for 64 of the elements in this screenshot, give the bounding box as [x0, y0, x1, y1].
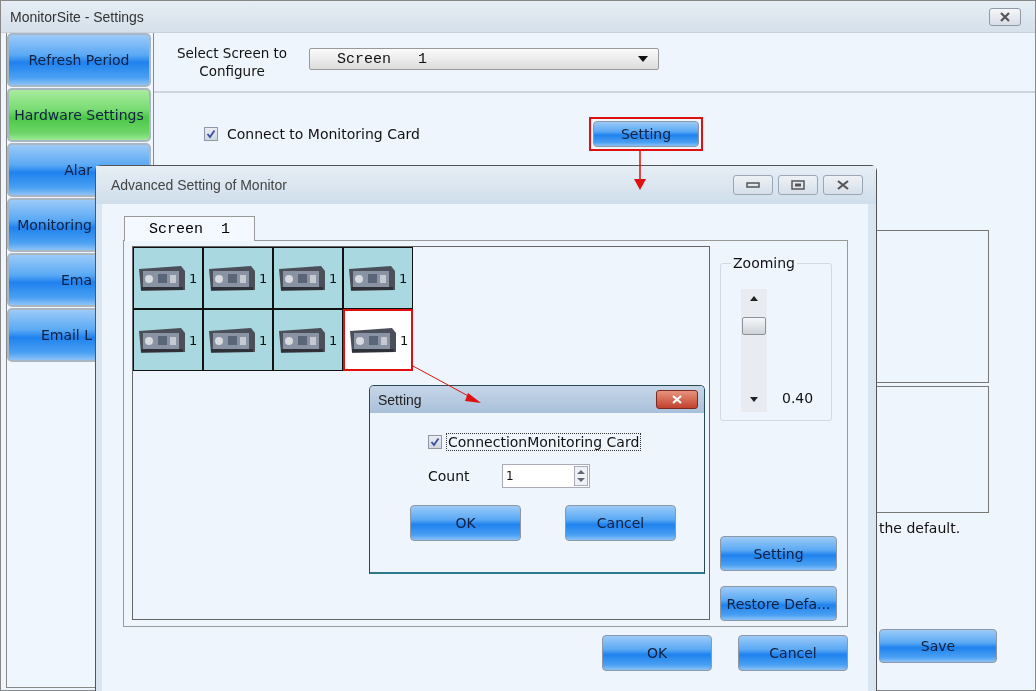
count-field[interactable]: 1: [502, 464, 590, 488]
hint-text: the default.: [879, 520, 962, 536]
card-count: 1: [189, 270, 198, 286]
zoom-value: 0.40: [782, 390, 814, 406]
circuit-board-icon: [207, 325, 257, 355]
checkbox-label: ConnectionMonitoring Card: [446, 433, 642, 451]
close-icon: [671, 395, 683, 404]
card-cell[interactable]: 1: [203, 309, 273, 371]
card-count: 1: [329, 332, 338, 348]
cancel-button[interactable]: Cancel: [565, 505, 676, 541]
caret-icon: [638, 56, 648, 62]
card-count: 1: [189, 332, 198, 348]
select-screen-label: Select Screen to Configure: [175, 44, 289, 80]
card-cell[interactable]: 1: [273, 247, 343, 309]
minimize-icon: [746, 182, 760, 188]
checkbox-label: Connect to Monitoring Card: [227, 126, 420, 142]
count-label: Count: [428, 468, 471, 484]
screen-tab[interactable]: Screen 1: [124, 216, 255, 241]
setting-button[interactable]: Setting: [593, 121, 699, 147]
card-count: 1: [259, 270, 268, 286]
dialog-title: Setting: [378, 391, 422, 408]
card-cell[interactable]: 1: [203, 247, 273, 309]
zooming-label: Zooming: [731, 255, 797, 271]
checkbox[interactable]: [428, 435, 442, 449]
checkbox[interactable]: [204, 127, 218, 141]
screen-dropdown[interactable]: Screen 1: [309, 48, 659, 70]
close-button[interactable]: [656, 390, 698, 409]
minimize-button[interactable]: [733, 175, 773, 195]
sidebar-item[interactable]: Hardware Settings: [7, 88, 151, 142]
card-cell[interactable]: 1: [133, 309, 203, 371]
circuit-board-icon: [207, 263, 257, 293]
card-cell[interactable]: 1: [343, 247, 413, 309]
circuit-board-icon: [277, 325, 327, 355]
card-cell[interactable]: 1: [273, 309, 343, 371]
card-cell[interactable]: 1: [133, 247, 203, 309]
maximize-icon: [791, 180, 805, 190]
zoom-slider[interactable]: [741, 289, 767, 412]
sidebar-item[interactable]: Refresh Period: [7, 33, 151, 87]
ok-button[interactable]: OK: [410, 505, 521, 541]
card-cell[interactable]: 1: [343, 309, 413, 371]
close-button[interactable]: [989, 7, 1021, 26]
card-count: 1: [400, 332, 409, 348]
slider-thumb[interactable]: [742, 316, 766, 335]
ok-button[interactable]: OK: [602, 635, 712, 671]
setting-button[interactable]: Setting: [720, 536, 837, 571]
spinner-arrows-icon[interactable]: [574, 466, 588, 486]
window-title: MonitorSite - Settings: [10, 8, 144, 25]
card-count: 1: [259, 332, 268, 348]
close-icon: [836, 180, 850, 190]
close-button[interactable]: [823, 175, 863, 195]
maximize-button[interactable]: [778, 175, 818, 195]
close-icon: [999, 11, 1011, 22]
card-count: 1: [399, 270, 408, 286]
down-arrow-icon: [750, 397, 758, 402]
circuit-board-icon: [137, 263, 187, 293]
save-button[interactable]: Save: [879, 629, 997, 663]
circuit-board-icon: [348, 325, 398, 355]
circuit-board-icon: [347, 263, 397, 293]
circuit-board-icon: [277, 263, 327, 293]
cancel-button[interactable]: Cancel: [738, 635, 848, 671]
card-count: 1: [329, 270, 338, 286]
up-arrow-icon: [750, 296, 758, 301]
circuit-board-icon: [137, 325, 187, 355]
restore-defaults-button[interactable]: Restore Defa...: [720, 586, 837, 621]
